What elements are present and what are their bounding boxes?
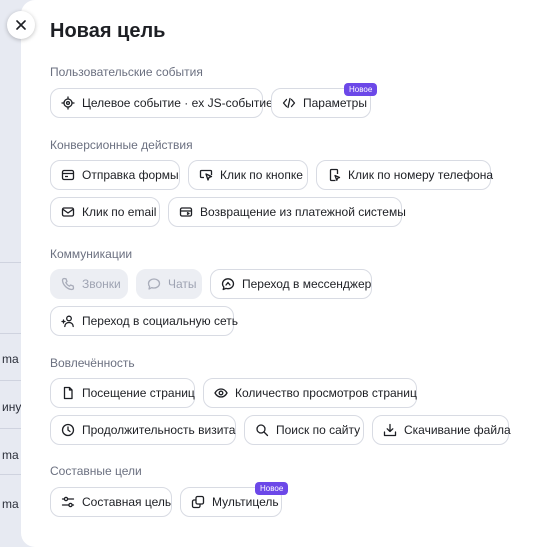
social-icon (61, 314, 75, 328)
goal-page-visit[interactable]: Посещение страниц (50, 378, 195, 408)
goal-visit-duration[interactable]: Продолжительность визита (50, 415, 236, 445)
modal-title: Новая цель (50, 20, 166, 42)
chat-icon (147, 277, 161, 291)
code-icon (282, 96, 296, 110)
chip-label: Параметры (303, 96, 367, 110)
chip-label: Посещение страниц (82, 386, 195, 400)
chip-label: Клик по кнопке (220, 168, 303, 182)
goal-button-click[interactable]: Клик по кнопке (188, 160, 308, 190)
email-icon (61, 205, 75, 219)
chip-label: Составная цель (82, 495, 172, 509)
chip-label: Чаты (168, 277, 197, 291)
section-title-composite: Составные цели (50, 464, 142, 478)
chip-label: Переход в мессенджер (242, 277, 372, 291)
new-badge: Новое (255, 482, 289, 495)
goal-composite[interactable]: Составная цель (50, 487, 172, 517)
goal-file-download[interactable]: Скачивание файла (372, 415, 511, 445)
page-icon (61, 386, 75, 400)
close-icon (16, 20, 26, 30)
chip-label: Продолжительность визита (82, 423, 236, 437)
chip-label: Целевое событие · ex JS-событие (82, 96, 273, 110)
click-icon (199, 168, 213, 182)
chip-label: Мультицель (212, 495, 279, 509)
goal-chats: Чаты (136, 269, 202, 299)
goal-phone-click[interactable]: Клик по номеру телефона (316, 160, 494, 190)
chip-label: Отправка формы (82, 168, 179, 182)
chip-label: Звонки (82, 277, 121, 291)
background-text: ma (2, 497, 19, 511)
search-icon (255, 423, 269, 437)
goal-email-click[interactable]: Клик по email (50, 197, 160, 227)
section-title-user-events: Пользовательские события (50, 65, 203, 79)
sliders-icon (61, 495, 75, 509)
section-title-communications: Коммуникации (50, 247, 133, 261)
goal-target-event[interactable]: Целевое событие · ex JS-событие (50, 88, 273, 118)
background-text: ma (2, 352, 19, 366)
goal-social-network[interactable]: Переход в социальную сеть (50, 306, 238, 336)
chip-label: Скачивание файла (404, 423, 511, 437)
background-text: ma (2, 448, 19, 462)
chip-label: Клик по номеру телефона (348, 168, 494, 182)
payment-icon (179, 205, 193, 219)
section-title-conversions: Конверсионные действия (50, 138, 193, 152)
chip-label: Клик по email (82, 205, 157, 219)
target-icon (61, 96, 75, 110)
chip-label: Возвращение из платежной системы (200, 205, 406, 219)
phone-click-icon (327, 168, 341, 182)
form-icon (61, 168, 75, 182)
new-badge: Новое (344, 83, 378, 96)
goal-payment-return[interactable]: Возвращение из платежной системы (168, 197, 406, 227)
close-button[interactable] (7, 11, 35, 39)
background-text: ину (2, 400, 22, 414)
chip-label: Поиск по сайту (276, 423, 361, 437)
phone-icon (61, 277, 75, 291)
goal-pageview-count[interactable]: Количество просмотров страниц (203, 378, 417, 408)
clock-icon (61, 423, 75, 437)
download-icon (383, 423, 397, 437)
goal-messenger[interactable]: Переход в мессенджер (210, 269, 372, 299)
chip-label: Количество просмотров страниц (235, 386, 417, 400)
section-title-engagement: Вовлечённость (50, 356, 135, 370)
goal-site-search[interactable]: Поиск по сайту (244, 415, 364, 445)
messenger-icon (221, 277, 235, 291)
goal-form-submit[interactable]: Отправка формы (50, 160, 180, 190)
eye-icon (214, 386, 228, 400)
multigoal-icon (191, 495, 205, 509)
goal-calls: Звонки (50, 269, 128, 299)
chip-label: Переход в социальную сеть (82, 314, 238, 328)
